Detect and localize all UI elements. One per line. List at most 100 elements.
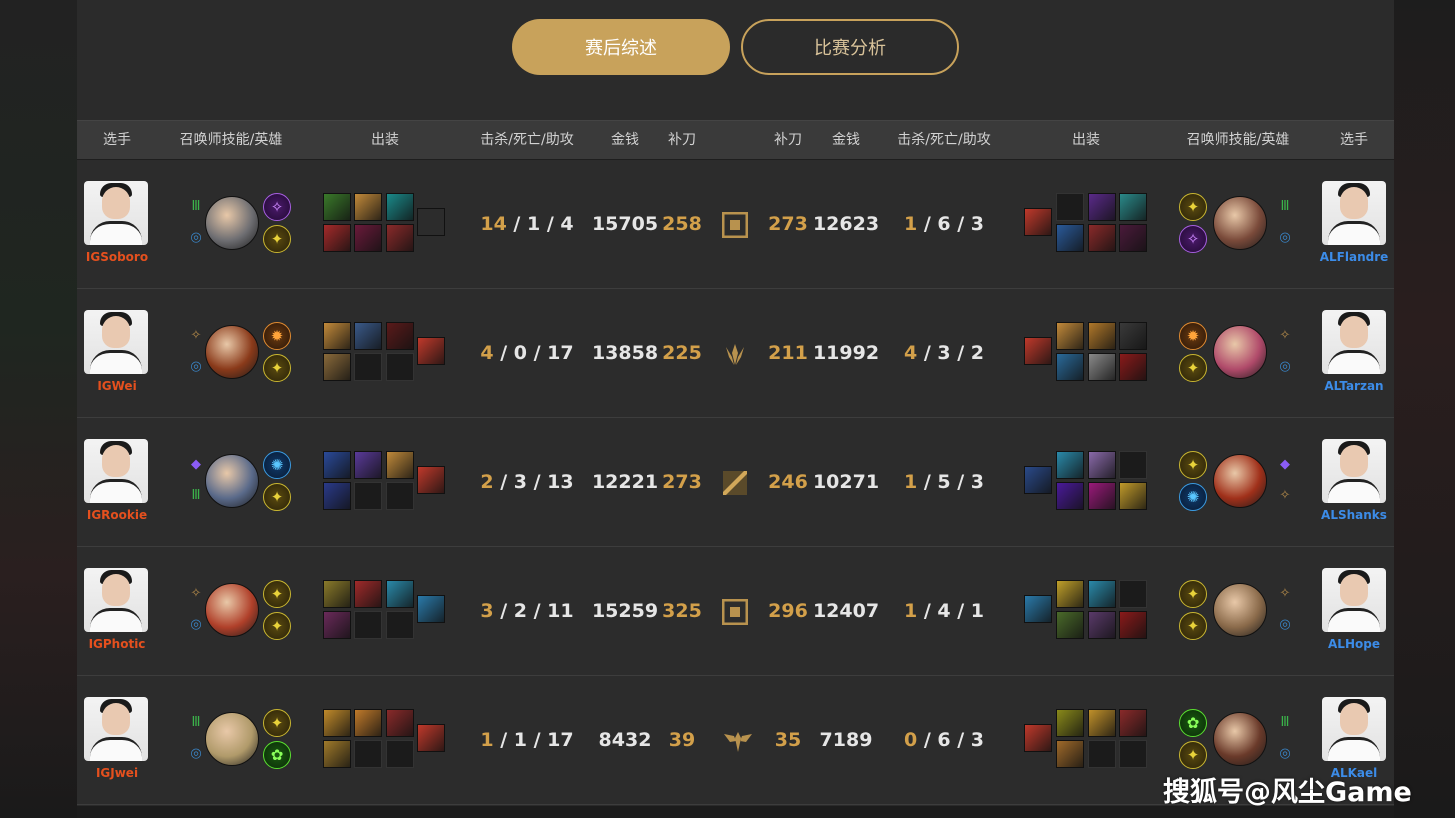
player-name[interactable]: IGWei bbox=[67, 379, 167, 393]
item-icon[interactable] bbox=[1056, 224, 1084, 252]
item-icon[interactable] bbox=[1088, 482, 1116, 510]
trinket-item-icon[interactable] bbox=[417, 466, 445, 494]
rune-icon[interactable]: ✦ bbox=[1179, 193, 1207, 221]
item-icon[interactable] bbox=[1119, 224, 1147, 252]
summoner-spell-icon[interactable]: ◎ bbox=[185, 613, 207, 635]
item-icon[interactable] bbox=[323, 580, 351, 608]
item-icon[interactable] bbox=[323, 224, 351, 252]
rune-icon[interactable]: ✦ bbox=[263, 612, 291, 640]
item-icon[interactable] bbox=[323, 353, 351, 381]
champion-portrait-icon[interactable] bbox=[1213, 196, 1267, 250]
item-icon[interactable] bbox=[1088, 322, 1116, 350]
item-icon[interactable] bbox=[1056, 580, 1084, 608]
champion-portrait-icon[interactable] bbox=[205, 454, 259, 508]
rune-icon[interactable]: ✿ bbox=[1179, 709, 1207, 737]
rune-icon[interactable]: ✧ bbox=[263, 193, 291, 221]
rune-icon[interactable]: ✧ bbox=[1179, 225, 1207, 253]
item-icon[interactable] bbox=[323, 740, 351, 768]
item-icon[interactable] bbox=[1119, 193, 1147, 221]
item-icon[interactable] bbox=[386, 322, 414, 350]
rune-icon[interactable]: ✦ bbox=[263, 709, 291, 737]
item-icon[interactable] bbox=[1056, 482, 1084, 510]
summoner-spell-icon[interactable]: Ⅲ bbox=[185, 711, 207, 733]
trinket-item-icon[interactable] bbox=[417, 595, 445, 623]
rune-icon[interactable]: ✦ bbox=[1179, 741, 1207, 769]
rune-icon[interactable]: ✦ bbox=[1179, 580, 1207, 608]
item-icon[interactable] bbox=[386, 709, 414, 737]
item-icon[interactable] bbox=[1119, 611, 1147, 639]
tab-match-analysis[interactable]: 比赛分析 bbox=[741, 19, 959, 75]
item-icon[interactable] bbox=[1088, 580, 1116, 608]
trinket-item-icon[interactable] bbox=[417, 208, 445, 236]
champion-portrait-icon[interactable] bbox=[1213, 712, 1267, 766]
item-icon[interactable] bbox=[1119, 353, 1147, 381]
item-icon[interactable] bbox=[354, 580, 382, 608]
trinket-item-icon[interactable] bbox=[1024, 337, 1052, 365]
summoner-spell-icon[interactable]: ◎ bbox=[1274, 355, 1296, 377]
item-icon[interactable] bbox=[354, 709, 382, 737]
summoner-spell-icon[interactable]: ◆ bbox=[185, 453, 207, 475]
item-icon[interactable] bbox=[1056, 353, 1084, 381]
summoner-spell-icon[interactable]: Ⅲ bbox=[1274, 711, 1296, 733]
item-icon[interactable] bbox=[1056, 451, 1084, 479]
item-icon[interactable] bbox=[1088, 353, 1116, 381]
rune-icon[interactable]: ✹ bbox=[1179, 322, 1207, 350]
player-name[interactable]: ALHope bbox=[1304, 637, 1404, 651]
item-icon[interactable] bbox=[386, 580, 414, 608]
summoner-spell-icon[interactable]: Ⅲ bbox=[1274, 195, 1296, 217]
summoner-spell-icon[interactable]: ◎ bbox=[185, 355, 207, 377]
item-icon[interactable] bbox=[1056, 611, 1084, 639]
summoner-spell-icon[interactable]: ◆ bbox=[1274, 453, 1296, 475]
trinket-item-icon[interactable] bbox=[417, 337, 445, 365]
item-icon[interactable] bbox=[1056, 322, 1084, 350]
item-icon[interactable] bbox=[1119, 709, 1147, 737]
trinket-item-icon[interactable] bbox=[1024, 208, 1052, 236]
rune-icon[interactable]: ✦ bbox=[263, 354, 291, 382]
champion-portrait-icon[interactable] bbox=[1213, 583, 1267, 637]
rune-icon[interactable]: ✦ bbox=[1179, 354, 1207, 382]
champion-portrait-icon[interactable] bbox=[205, 583, 259, 637]
item-icon[interactable] bbox=[1088, 193, 1116, 221]
summoner-spell-icon[interactable]: ✧ bbox=[1274, 324, 1296, 346]
item-icon[interactable] bbox=[323, 193, 351, 221]
item-icon[interactable] bbox=[354, 224, 382, 252]
item-icon[interactable] bbox=[1088, 451, 1116, 479]
summoner-spell-icon[interactable]: ◎ bbox=[1274, 742, 1296, 764]
item-icon[interactable] bbox=[323, 611, 351, 639]
item-icon[interactable] bbox=[386, 451, 414, 479]
item-icon[interactable] bbox=[1056, 740, 1084, 768]
player-name[interactable]: ALTarzan bbox=[1304, 379, 1404, 393]
rune-icon[interactable]: ✦ bbox=[1179, 451, 1207, 479]
summoner-spell-icon[interactable]: ◎ bbox=[1274, 226, 1296, 248]
item-icon[interactable] bbox=[323, 322, 351, 350]
item-icon[interactable] bbox=[386, 224, 414, 252]
summoner-spell-icon[interactable]: ✧ bbox=[1274, 484, 1296, 506]
rune-icon[interactable]: ✹ bbox=[263, 322, 291, 350]
champion-portrait-icon[interactable] bbox=[205, 325, 259, 379]
trinket-item-icon[interactable] bbox=[1024, 724, 1052, 752]
tab-post-game-summary[interactable]: 赛后综述 bbox=[512, 19, 730, 75]
summoner-spell-icon[interactable]: ◎ bbox=[185, 226, 207, 248]
rune-icon[interactable]: ✦ bbox=[1179, 612, 1207, 640]
rune-icon[interactable]: ✦ bbox=[263, 225, 291, 253]
champion-portrait-icon[interactable] bbox=[205, 712, 259, 766]
item-icon[interactable] bbox=[1088, 709, 1116, 737]
player-name[interactable]: IGRookie bbox=[67, 508, 167, 522]
summoner-spell-icon[interactable]: ✧ bbox=[185, 582, 207, 604]
item-icon[interactable] bbox=[323, 709, 351, 737]
item-icon[interactable] bbox=[323, 482, 351, 510]
summoner-spell-icon[interactable]: ◎ bbox=[1274, 613, 1296, 635]
trinket-item-icon[interactable] bbox=[1024, 595, 1052, 623]
player-name[interactable]: ALShanks bbox=[1304, 508, 1404, 522]
trinket-item-icon[interactable] bbox=[1024, 466, 1052, 494]
rune-icon[interactable]: ✦ bbox=[263, 580, 291, 608]
player-name[interactable]: IGSoboro bbox=[67, 250, 167, 264]
item-icon[interactable] bbox=[354, 322, 382, 350]
item-icon[interactable] bbox=[1119, 482, 1147, 510]
summoner-spell-icon[interactable]: ✧ bbox=[185, 324, 207, 346]
summoner-spell-icon[interactable]: Ⅲ bbox=[185, 484, 207, 506]
item-icon[interactable] bbox=[354, 193, 382, 221]
rune-icon[interactable]: ✺ bbox=[1179, 483, 1207, 511]
rune-icon[interactable]: ✦ bbox=[263, 483, 291, 511]
item-icon[interactable] bbox=[354, 451, 382, 479]
